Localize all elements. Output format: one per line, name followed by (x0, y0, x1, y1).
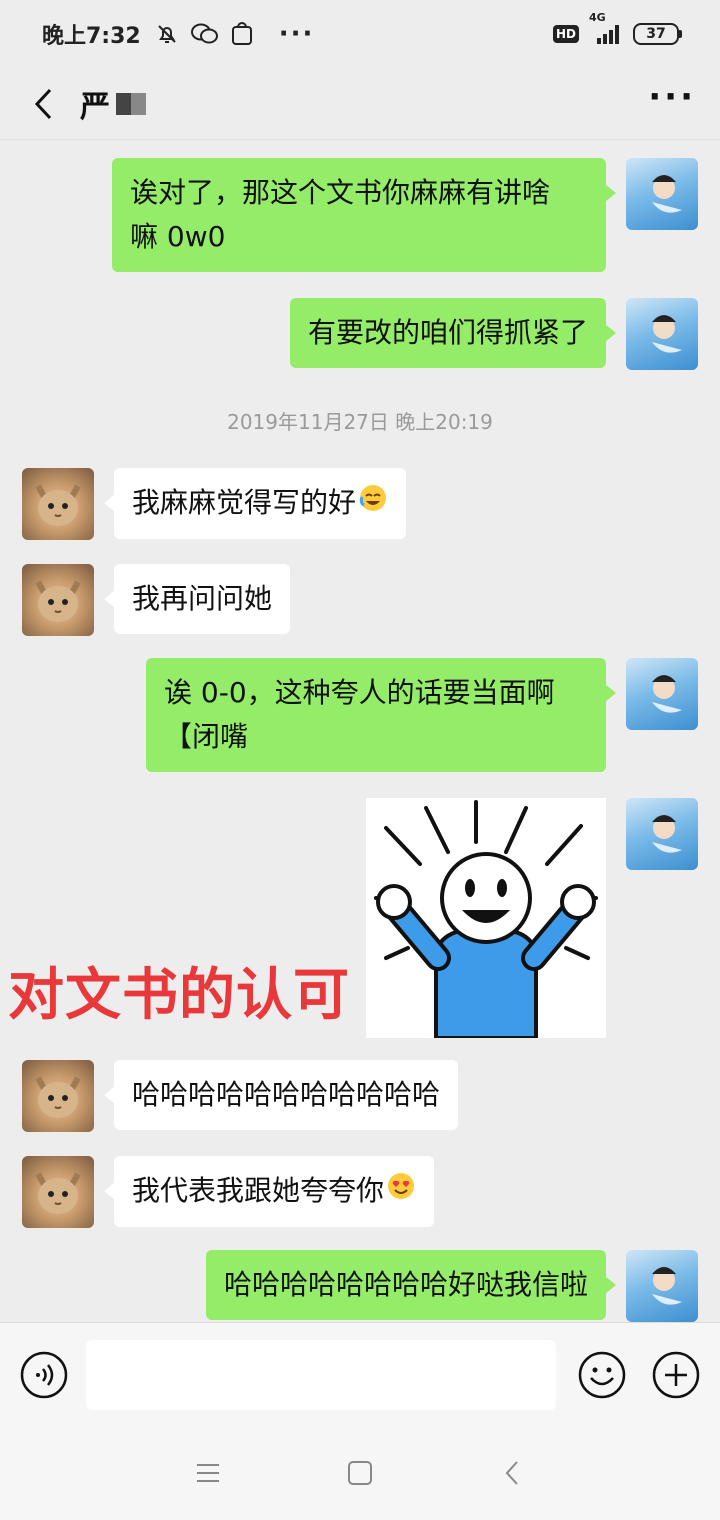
contact-avatar[interactable] (22, 564, 94, 636)
contact-avatar[interactable] (22, 468, 94, 540)
message-line: 【闭嘴 (164, 720, 249, 753)
contact-avatar[interactable] (22, 1156, 94, 1228)
my-avatar[interactable] (626, 158, 698, 230)
message-list[interactable]: 诶对了，那这个文书你麻麻有讲啥 嘛 0w0 有要改的咱们得抓紧了 2019年11… (0, 140, 720, 1322)
emoji-button[interactable] (576, 1349, 628, 1401)
message-bubble-in[interactable]: 我代表我跟她夸夸你 (103, 1156, 435, 1227)
network-type: 4G (589, 11, 606, 24)
input-bar (0, 1322, 720, 1426)
status-time: 晚上7:32 (42, 24, 141, 49)
message-bubble-out[interactable]: 诶对了，那这个文书你麻麻有讲啥 嘛 0w0 (112, 158, 616, 272)
message-line: 诶对了，那这个文书你麻麻有讲啥 (130, 176, 551, 209)
signal-icon: 4G (589, 11, 623, 45)
more-notifications-icon: ··· (278, 19, 315, 49)
app-store-icon (231, 22, 253, 46)
battery-icon: 37 (633, 23, 682, 45)
back-button[interactable] (24, 84, 64, 124)
heart-eyes-emoji-icon (386, 1170, 416, 1214)
system-navigation-bar (0, 1426, 720, 1520)
contact-avatar[interactable] (22, 1060, 94, 1132)
message-line: 哈哈哈哈哈哈哈哈好哒我信啦 (223, 1268, 588, 1301)
voice-icon (20, 1351, 68, 1398)
message-line: 诶 0-0，这种夸人的话要当面啊 (164, 676, 555, 709)
crying-laughing-emoji-icon (358, 482, 388, 526)
message-line: 嘛 0w0 (130, 220, 226, 253)
message-bubble-out[interactable]: 诶 0-0，这种夸人的话要当面啊 【闭嘴 (146, 658, 616, 772)
mute-bell-icon (155, 22, 179, 46)
my-avatar[interactable] (626, 798, 698, 870)
message-timestamp: 2019年11月27日 晚上20:19 (227, 410, 493, 434)
hd-badge: HD (552, 25, 579, 43)
chat-header: 严 ··· (0, 68, 720, 140)
cheering-stickman-sticker[interactable] (366, 798, 606, 1038)
voice-button[interactable] (18, 1349, 70, 1401)
menu-button[interactable] (186, 1451, 230, 1495)
chevron-left-icon (34, 88, 52, 119)
message-bubble-in[interactable]: 我再问问她 (103, 564, 291, 634)
message-line: 有要改的咱们得抓紧了 (307, 316, 588, 349)
menu-icon (197, 1464, 219, 1482)
status-bar: 晚上7:32 ··· HD 4G 37 (0, 0, 720, 68)
message-line: 我再问问她 (132, 582, 273, 615)
message-bubble-in[interactable]: 我麻麻觉得写的好 (103, 468, 407, 539)
message-line: 我麻麻觉得写的好 (132, 486, 357, 519)
plus-icon (652, 1351, 700, 1398)
message-line: 哈哈哈哈哈哈哈哈哈哈哈 (132, 1078, 441, 1111)
message-line: 我代表我跟她夸夸你 (132, 1174, 385, 1207)
home-button[interactable] (338, 1451, 382, 1495)
system-back-icon (505, 1461, 518, 1485)
plus-button[interactable] (650, 1349, 702, 1401)
home-square-icon (348, 1461, 372, 1485)
my-avatar[interactable] (626, 1250, 698, 1322)
my-avatar[interactable] (626, 658, 698, 730)
overlay-caption: 对文书的认可 (8, 963, 350, 1028)
message-input[interactable] (85, 1339, 556, 1410)
my-avatar[interactable] (626, 298, 698, 370)
message-bubble-in[interactable]: 哈哈哈哈哈哈哈哈哈哈哈 (103, 1060, 459, 1130)
wechat-icon (190, 22, 219, 46)
system-back-button[interactable] (490, 1451, 534, 1495)
emoji-icon (578, 1351, 626, 1398)
battery-level: 37 (633, 23, 679, 45)
mosaic-censor (116, 92, 146, 115)
message-bubble-out[interactable]: 哈哈哈哈哈哈哈哈好哒我信啦 (205, 1250, 617, 1320)
message-bubble-out[interactable]: 有要改的咱们得抓紧了 (289, 298, 617, 368)
more-options-button[interactable]: ··· (648, 80, 696, 128)
contact-name: 严 (80, 82, 146, 126)
contact-name-text: 严 (80, 89, 110, 125)
